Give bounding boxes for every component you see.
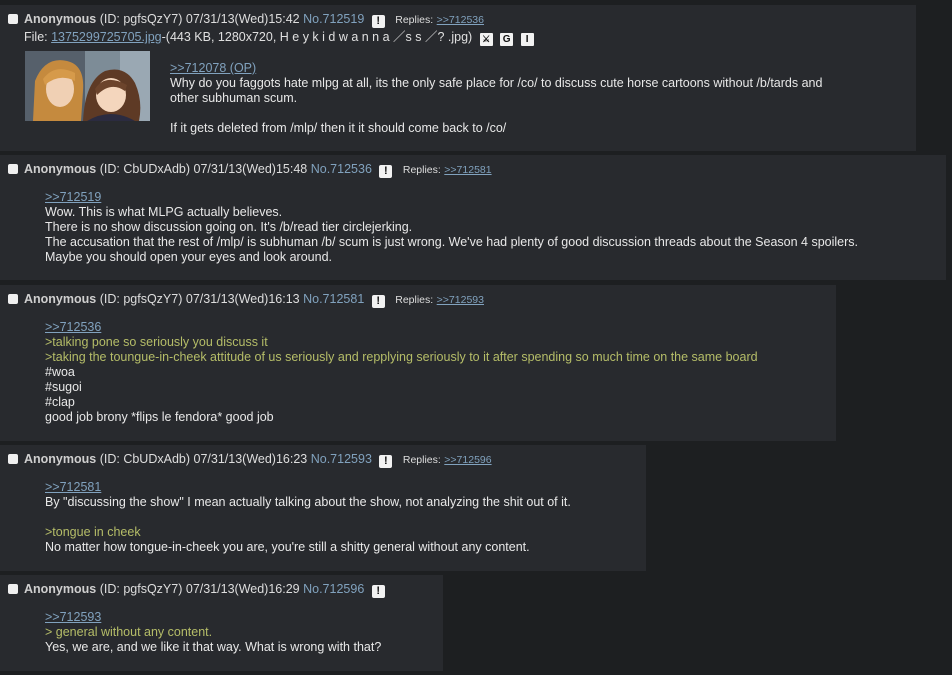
select-checkbox[interactable] xyxy=(8,454,18,464)
post-header: Anonymous (ID: CbUDxAdb) 07/31/13(Wed)16… xyxy=(8,452,492,468)
post-body: >>712593 > general without any content. … xyxy=(45,610,381,655)
select-checkbox[interactable] xyxy=(8,294,18,304)
post-date: 07/31/13(Wed)16:13 xyxy=(185,292,300,306)
post-body: >>712519 Wow. This is what MLPG actually… xyxy=(45,190,858,265)
post-text: By "discussing the show" I mean actually… xyxy=(45,495,571,509)
post-number[interactable]: No.712536 xyxy=(311,162,372,176)
post-header: Anonymous (ID: pgfsQzY7) 07/31/13(Wed)16… xyxy=(8,582,388,598)
post-date: 07/31/13(Wed)16:23 xyxy=(193,452,308,466)
poster-id: (ID: pgfsQzY7) xyxy=(99,582,183,596)
post-text: Wow. This is what MLPG actually believes… xyxy=(45,205,283,219)
poster-id: (ID: pgfsQzY7) xyxy=(99,292,183,306)
quote-link[interactable]: >>712078 (OP) xyxy=(170,61,822,76)
post-body: >>712536 >talking pone so seriously you … xyxy=(45,320,758,425)
post-text xyxy=(170,106,822,121)
post-712581: Anonymous (ID: pgfsQzY7) 07/31/13(Wed)16… xyxy=(0,285,836,441)
post-712596: Anonymous (ID: pgfsQzY7) 07/31/13(Wed)16… xyxy=(0,575,443,671)
poster-id: (ID: pgfsQzY7) xyxy=(99,12,183,26)
replies-label: Replies: xyxy=(395,14,434,26)
report-icon[interactable]: ! xyxy=(379,165,393,178)
post-body: >>712581 By "discussing the show" I mean… xyxy=(45,480,571,555)
post-text: Yes, we are, and we like it that way. Wh… xyxy=(45,640,382,654)
post-header: Anonymous (ID: pgfsQzY7) 07/31/13(Wed)16… xyxy=(8,292,484,308)
search-icon[interactable]: ⚔ xyxy=(479,33,493,46)
reply-link[interactable]: >>712596 xyxy=(444,454,491,466)
post-text: #sugoi xyxy=(45,380,82,394)
greentext: > general without any content. xyxy=(45,625,213,639)
replies-label: Replies: xyxy=(395,294,434,306)
reply-link[interactable]: >>712581 xyxy=(444,164,491,176)
post-body: >>712078 (OP) Why do you faggots hate ml… xyxy=(170,61,822,136)
post-text: Maybe you should open your eyes and look… xyxy=(45,250,332,264)
post-date: 07/31/13(Wed)16:29 xyxy=(185,582,300,596)
post-text: good job brony *flips le fendora* good j… xyxy=(45,410,274,424)
google-icon[interactable]: G xyxy=(500,33,514,46)
poster-id: (ID: CbUDxAdb) xyxy=(99,452,191,466)
post-number[interactable]: No.712596 xyxy=(303,582,364,596)
post-712593: Anonymous (ID: CbUDxAdb) 07/31/13(Wed)16… xyxy=(0,445,646,571)
post-712536: Anonymous (ID: CbUDxAdb) 07/31/13(Wed)15… xyxy=(0,155,946,280)
report-icon[interactable]: ! xyxy=(371,15,385,28)
post-date: 07/31/13(Wed)15:48 xyxy=(193,162,308,176)
quote-link[interactable]: >>712519 xyxy=(45,190,858,205)
report-icon[interactable]: ! xyxy=(371,585,385,598)
poster-name: Anonymous xyxy=(24,292,97,306)
post-number[interactable]: No.712593 xyxy=(311,452,372,466)
post-712519: Anonymous (ID: pgfsQzY7) 07/31/13(Wed)15… xyxy=(0,5,916,151)
report-icon[interactable]: ! xyxy=(379,455,393,468)
post-text: The accusation that the rest of /mlp/ is… xyxy=(45,235,859,249)
quote-link[interactable]: >>712536 xyxy=(45,320,758,335)
post-text: No matter how tongue-in-cheek you are, y… xyxy=(45,540,530,554)
select-checkbox[interactable] xyxy=(8,14,18,24)
select-checkbox[interactable] xyxy=(8,164,18,174)
greentext: >tongue in cheek xyxy=(45,525,141,539)
post-text: #woa xyxy=(45,365,75,379)
post-text: other subhuman scum. xyxy=(170,91,298,105)
select-checkbox[interactable] xyxy=(8,584,18,594)
post-text: #clap xyxy=(45,395,75,409)
reply-link[interactable]: >>712536 xyxy=(437,14,484,26)
post-text: If it gets deleted from /mlp/ then it it… xyxy=(170,121,507,135)
replies-label: Replies: xyxy=(402,454,441,466)
file-link[interactable]: 1375299725705.jpg xyxy=(51,30,162,44)
post-text: Why do you faggots hate mlpg at all, its… xyxy=(170,76,823,90)
iqdb-icon[interactable]: I xyxy=(520,33,534,46)
anime-image xyxy=(25,51,150,121)
poster-name: Anonymous xyxy=(24,162,97,176)
post-text: There is no show discussion going on. It… xyxy=(45,220,413,234)
poster-id: (ID: CbUDxAdb) xyxy=(99,162,191,176)
post-header: Anonymous (ID: pgfsQzY7) 07/31/13(Wed)15… xyxy=(8,12,484,28)
report-icon[interactable]: ! xyxy=(371,295,385,308)
post-number[interactable]: No.712581 xyxy=(303,292,364,306)
quote-link[interactable]: >>712593 xyxy=(45,610,381,625)
quote-link[interactable]: >>712581 xyxy=(45,480,571,495)
file-thumbnail[interactable] xyxy=(25,51,150,121)
greentext: >talking pone so seriously you discuss i… xyxy=(45,335,268,349)
greentext: >taking the toungue-in-cheek attitude of… xyxy=(45,350,758,364)
poster-name: Anonymous xyxy=(24,12,97,26)
file-label: File: xyxy=(24,30,48,44)
file-info: File: 1375299725705.jpg-(443 KB, 1280x72… xyxy=(24,30,534,46)
post-header: Anonymous (ID: CbUDxAdb) 07/31/13(Wed)15… xyxy=(8,162,492,178)
file-details: -(443 KB, 1280x720, H e y k i d w a n n … xyxy=(161,30,473,44)
poster-name: Anonymous xyxy=(24,452,97,466)
post-text xyxy=(45,510,571,525)
reply-link[interactable]: >>712593 xyxy=(437,294,484,306)
post-date: 07/31/13(Wed)15:42 xyxy=(185,12,300,26)
poster-name: Anonymous xyxy=(24,582,97,596)
replies-label: Replies: xyxy=(402,164,441,176)
post-number[interactable]: No.712519 xyxy=(303,12,364,26)
